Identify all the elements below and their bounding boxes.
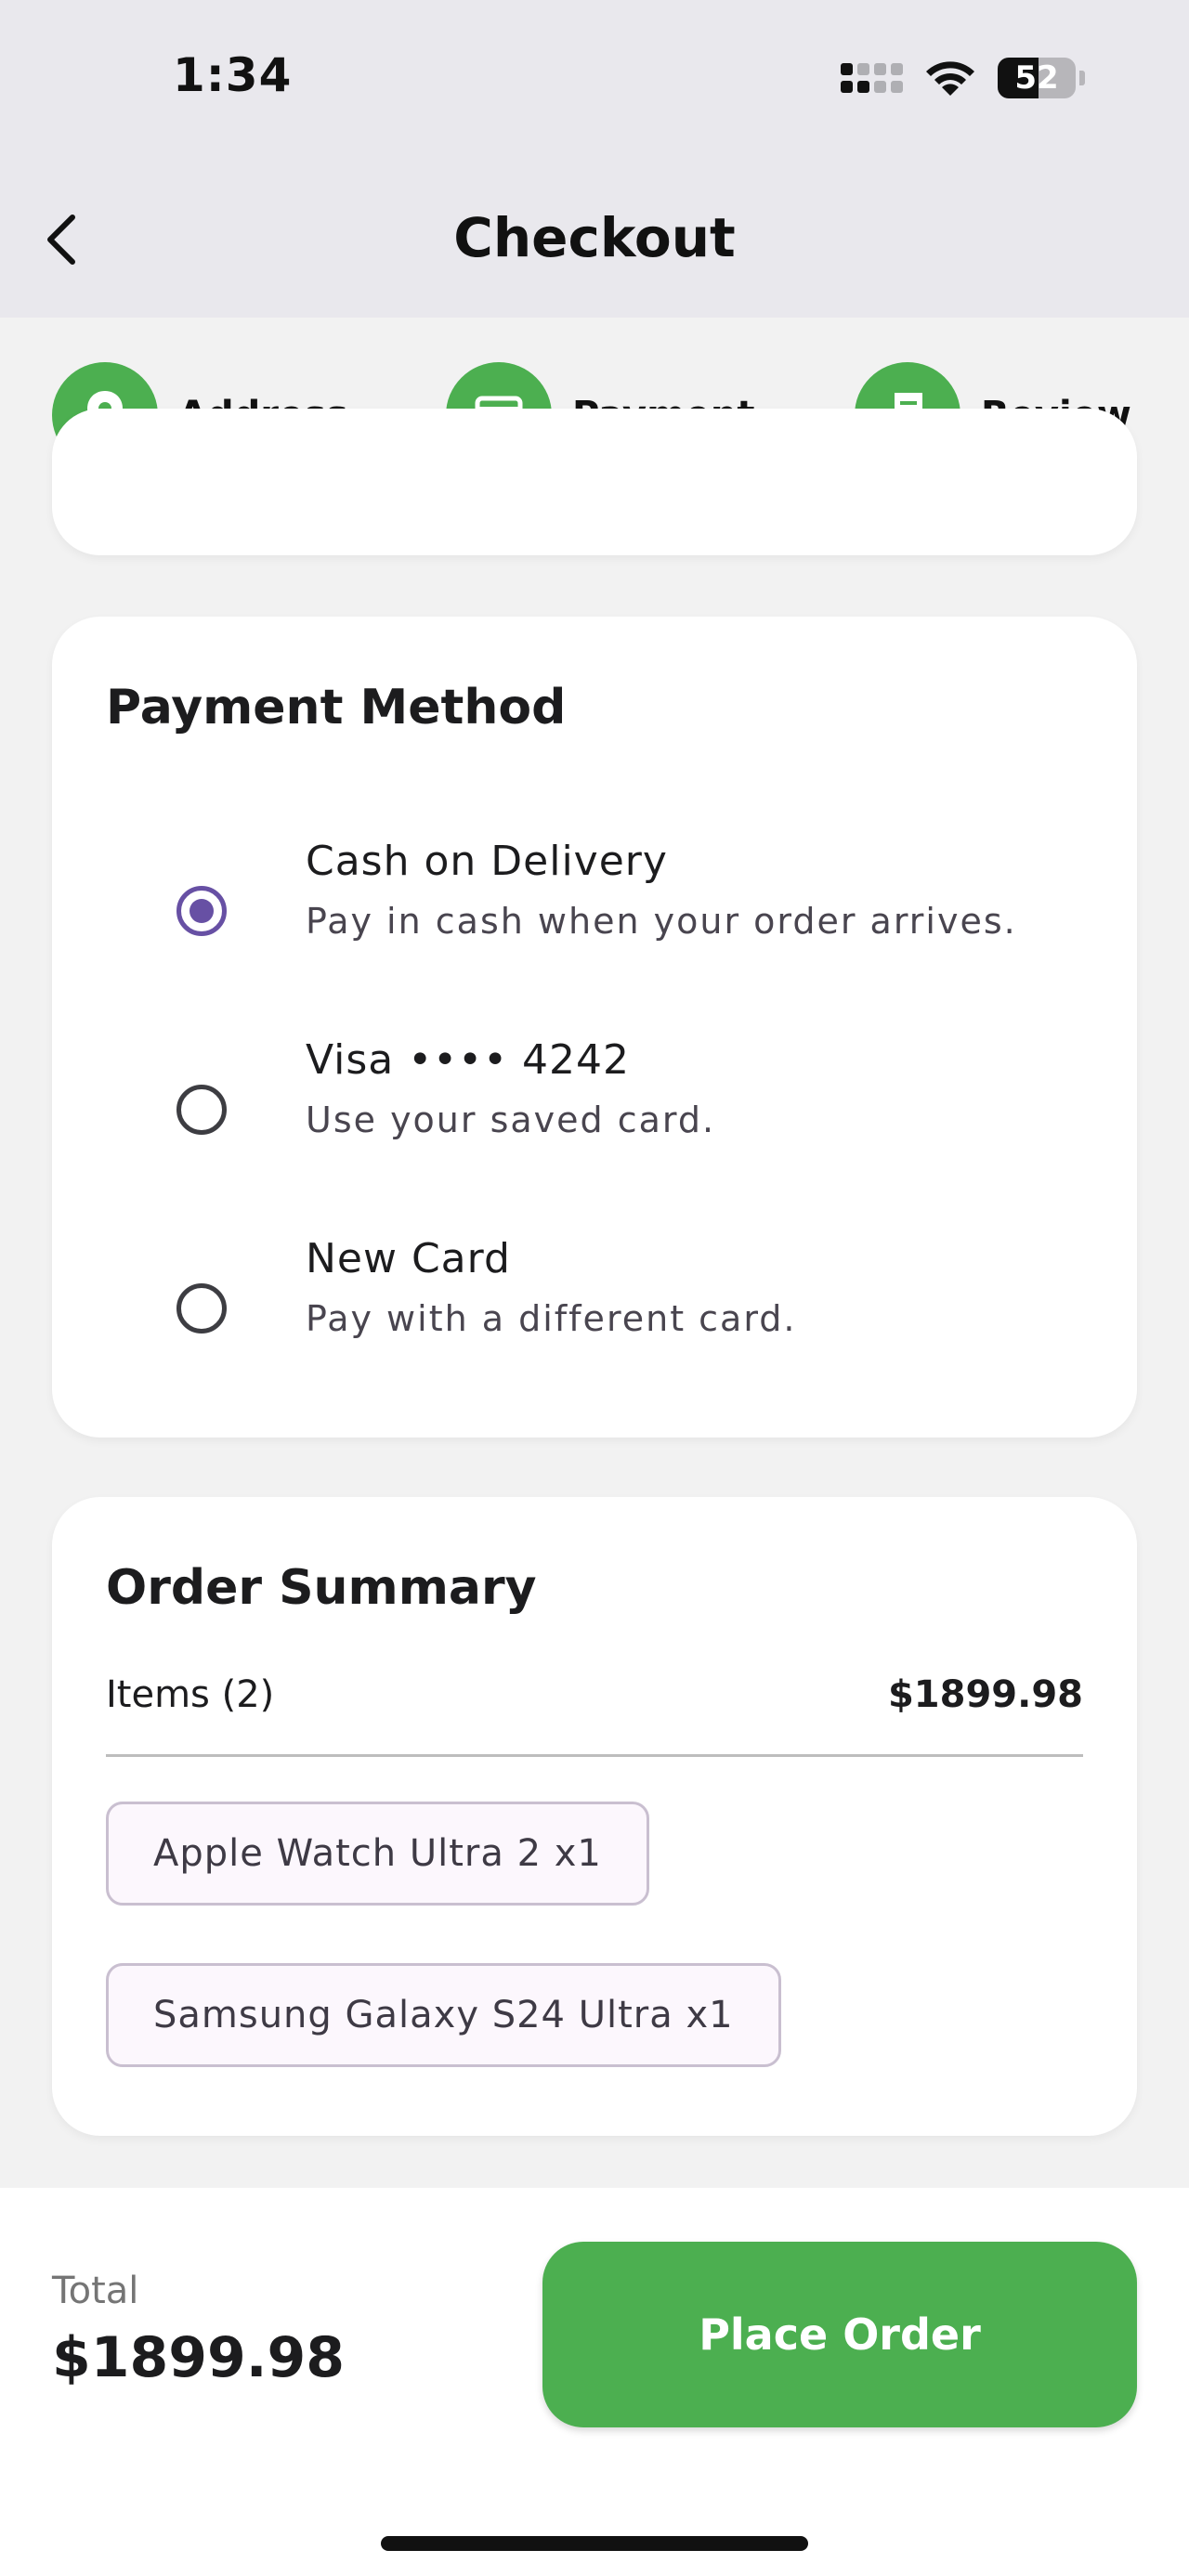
status-time: 1:34 xyxy=(173,48,293,102)
top-bar: 1:34 52 Checkout xyxy=(0,0,1189,318)
payment-option-new-card[interactable]: New Card Pay with a different card. xyxy=(52,1226,1137,1393)
status-icons: 52 xyxy=(841,58,1085,98)
radio-button[interactable] xyxy=(176,1085,227,1135)
battery-cap xyxy=(1079,71,1085,85)
payment-method-title: Payment Method xyxy=(106,680,567,735)
checkout-bottom-bar: Total $1899.98 Place Order xyxy=(0,2188,1189,2576)
payment-method-card: Payment Method Cash on Delivery Pay in c… xyxy=(52,617,1137,1438)
radio-button[interactable] xyxy=(176,1283,227,1334)
order-summary-title: Order Summary xyxy=(106,1560,537,1616)
total-label: Total xyxy=(52,2270,139,2312)
payment-option-visa[interactable]: Visa •••• 4242 Use your saved card. xyxy=(52,1027,1137,1194)
items-total: $1899.98 xyxy=(887,1673,1083,1716)
page-title: Checkout xyxy=(453,206,736,269)
order-item-chip: Samsung Galaxy S24 Ultra x1 xyxy=(106,1963,781,2067)
items-count-label: Items (2) xyxy=(106,1673,275,1716)
option-title: New Card xyxy=(306,1235,511,1282)
battery-level: 52 xyxy=(1014,59,1059,97)
order-summary-card: Order Summary Items (2) $1899.98 Apple W… xyxy=(52,1497,1137,2136)
option-title: Visa •••• 4242 xyxy=(306,1036,631,1084)
option-title: Cash on Delivery xyxy=(306,838,668,885)
home-indicator[interactable] xyxy=(381,2536,808,2551)
battery-icon: 52 xyxy=(998,58,1076,98)
option-subtitle: Pay in cash when your order arrives. xyxy=(306,901,1017,942)
total-value: $1899.98 xyxy=(52,2325,346,2390)
place-order-button[interactable]: Place Order xyxy=(542,2242,1137,2427)
order-item-chip: Apple Watch Ultra 2 x1 xyxy=(106,1802,649,1906)
signal-icon xyxy=(841,63,903,93)
radio-button[interactable] xyxy=(176,886,227,936)
option-subtitle: Use your saved card. xyxy=(306,1099,716,1140)
wifi-icon xyxy=(926,61,974,96)
address-card xyxy=(52,409,1137,555)
payment-option-cash[interactable]: Cash on Delivery Pay in cash when your o… xyxy=(52,828,1137,995)
items-row: Items (2) $1899.98 xyxy=(106,1673,1083,1729)
divider xyxy=(106,1754,1083,1757)
option-subtitle: Pay with a different card. xyxy=(306,1298,797,1339)
